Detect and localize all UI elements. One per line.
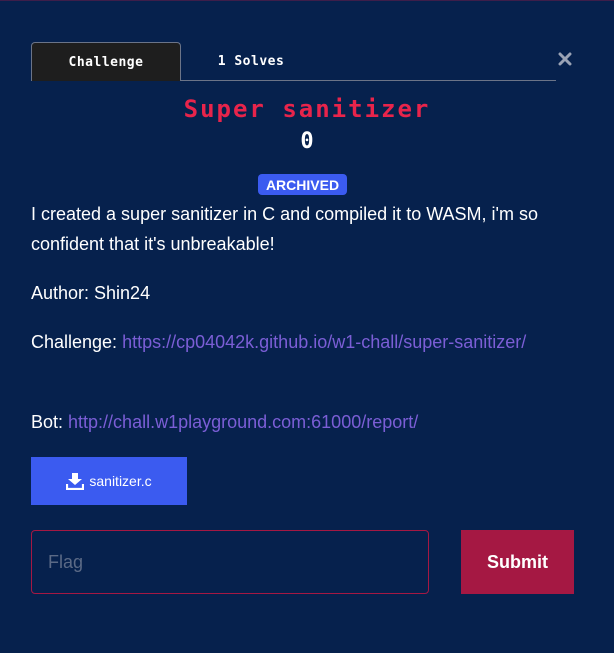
bot-url-label: Bot: [31, 412, 69, 432]
description-intro: I created a super sanitizer in C and com… [31, 204, 538, 254]
challenge-title: Super sanitizer [183, 95, 431, 123]
flag-input[interactable] [31, 530, 429, 594]
challenge-points: 0 [300, 129, 314, 154]
challenge-url-label: Challenge: [31, 332, 123, 352]
tab-challenge[interactable]: Challenge [31, 42, 181, 81]
download-icon [66, 473, 85, 490]
tab-challenge-label: Challenge [68, 54, 144, 70]
description-bot-line: Bot: http://chall.w1playground.com:61000… [31, 407, 551, 437]
status-badge: ARCHIVED [258, 174, 347, 195]
close-icon [558, 52, 572, 66]
tab-bar: Challenge 1 Solves [31, 42, 556, 81]
description-author: Author: Shin24 [31, 283, 151, 303]
file-download-button[interactable]: sanitizer.c [31, 457, 187, 505]
file-name: sanitizer.c [89, 473, 152, 489]
description-challenge-line: Challenge: https://cp04042k.github.io/w1… [31, 327, 551, 357]
tab-solves-label: 1 Solves [217, 54, 285, 69]
tab-solves[interactable]: 1 Solves [181, 42, 321, 81]
close-button[interactable] [553, 47, 577, 71]
challenge-url-link[interactable]: https://cp04042k.github.io/w1-chall/supe… [122, 332, 526, 352]
challenge-modal: Challenge 1 Solves Super sanitizer 0 ARC… [0, 0, 614, 653]
bot-url-link[interactable]: http://chall.w1playground.com:61000/repo… [68, 412, 418, 432]
submit-button[interactable]: Submit [461, 530, 574, 594]
